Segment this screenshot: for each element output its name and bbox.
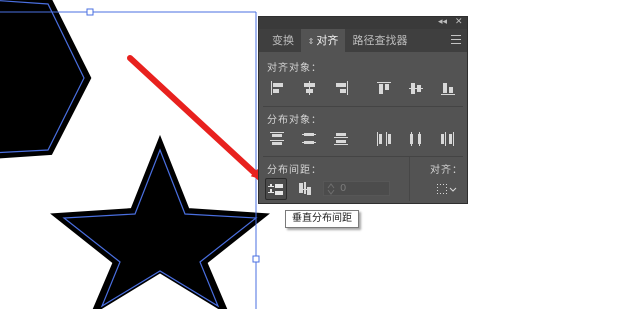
collapse-panel-icon[interactable]: ◂◂ <box>438 16 447 28</box>
distribute-objects-label: 分布对象： <box>267 115 322 126</box>
tab-transform[interactable]: 变换 <box>265 29 301 52</box>
section-vertical-divider <box>409 157 410 201</box>
align-objects-label: 对齐对象： <box>267 63 322 74</box>
selection-handle-top-middle[interactable] <box>86 8 94 16</box>
horizontal-distribute-space-button[interactable] <box>295 178 317 200</box>
horizontal-distribute-left-button[interactable] <box>373 128 395 150</box>
tab-align-label: 对齐 <box>316 34 339 47</box>
align-to-dropdown[interactable] <box>435 179 463 201</box>
panel-menu-icon[interactable] <box>451 35 461 45</box>
section-divider <box>263 156 463 157</box>
horizontal-distribute-right-button[interactable] <box>437 128 459 150</box>
horizontal-align-right-button[interactable] <box>330 77 352 99</box>
vertical-distribute-space-button[interactable] <box>265 178 287 200</box>
selection-handle-right-middle[interactable] <box>252 255 260 263</box>
close-panel-icon[interactable]: ✕ <box>455 16 463 28</box>
vertical-distribute-top-button[interactable] <box>266 128 288 150</box>
tab-options-icon: ⇕ <box>307 37 315 46</box>
red-annotation-arrow <box>127 55 263 181</box>
horizontal-distribute-center-button[interactable] <box>405 128 427 150</box>
star-shape[interactable] <box>50 134 270 309</box>
horizontal-align-left-button[interactable] <box>266 77 288 99</box>
tab-align[interactable]: ⇕ 对齐 <box>301 29 345 52</box>
hexagon-shape[interactable] <box>0 0 92 159</box>
spinner-arrows-icon[interactable] <box>327 183 335 195</box>
align-panel: ◂◂ ✕ 变换 ⇕ 对齐 路径查找器 对齐对象： 分布对象： 分布间距： 0 对齐… <box>258 16 468 204</box>
section-divider <box>263 106 463 107</box>
vertical-align-center-button[interactable] <box>405 77 427 99</box>
spacing-value-field[interactable]: 0 <box>323 181 390 196</box>
vertical-align-bottom-button[interactable] <box>437 77 459 99</box>
vertical-distribute-center-button[interactable] <box>298 128 320 150</box>
tab-pathfinder[interactable]: 路径查找器 <box>347 29 413 52</box>
spacing-value: 0 <box>340 183 347 194</box>
vertical-distribute-bottom-button[interactable] <box>330 128 352 150</box>
align-to-label: 对齐： <box>430 165 463 176</box>
horizontal-align-center-button[interactable] <box>298 77 320 99</box>
vertical-align-top-button[interactable] <box>373 77 395 99</box>
distribute-spacing-label: 分布间距： <box>267 165 322 176</box>
tooltip-vertical-distribute-space: 垂直分布间距 <box>285 210 359 228</box>
panel-title-bar[interactable]: ◂◂ ✕ <box>259 17 467 29</box>
panel-tabs: 变换 ⇕ 对齐 路径查找器 <box>259 29 467 52</box>
